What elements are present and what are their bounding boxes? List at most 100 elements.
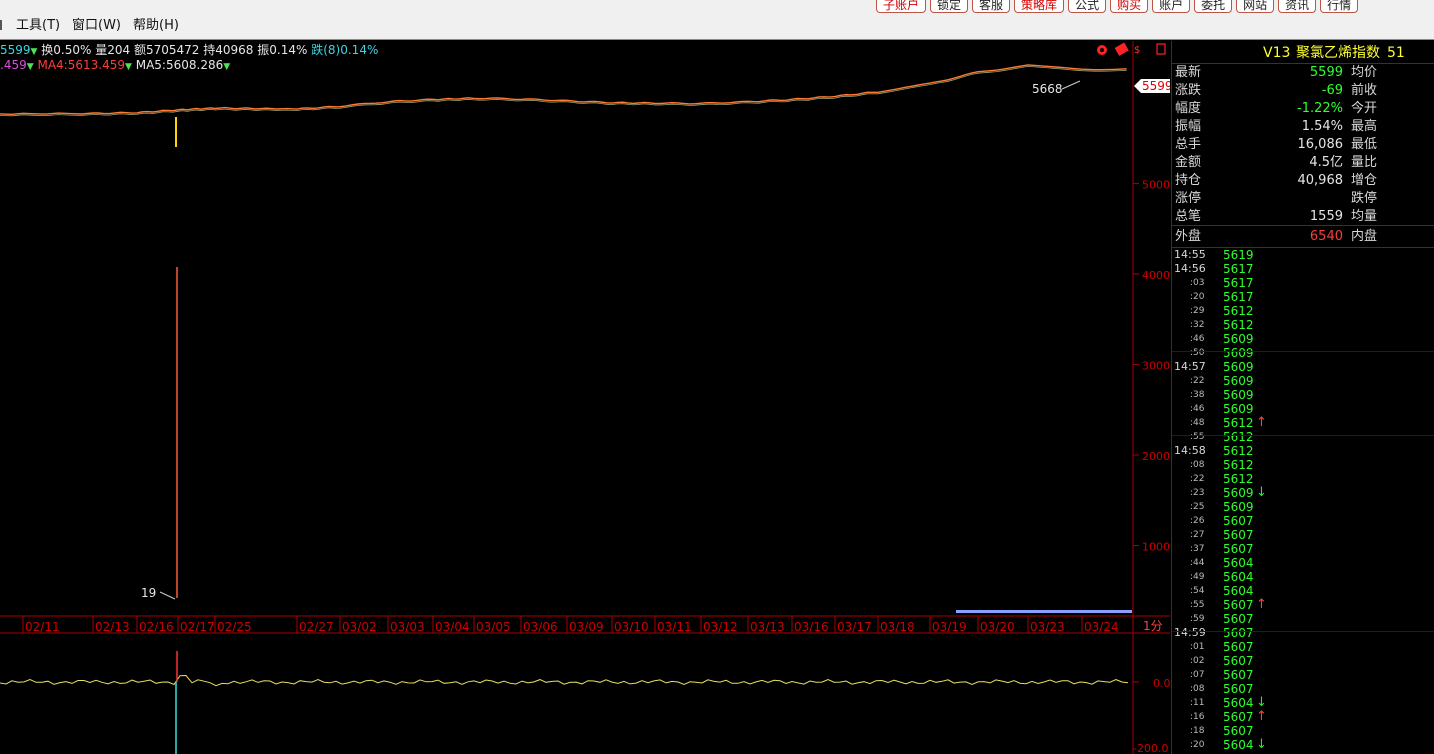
tick-row: :46 5609 xyxy=(1172,402,1434,416)
quote-row: 金额 4.5亿 量比 xyxy=(1172,154,1434,172)
ma-line xyxy=(0,65,1127,117)
tick-price: 5617 xyxy=(1223,290,1254,304)
tick-row: :22 5609 xyxy=(1172,374,1434,388)
tick-row: :49 5604 xyxy=(1172,570,1434,584)
tick-row: :46 5609 xyxy=(1172,332,1434,346)
quote-row-label: 涨停 xyxy=(1175,191,1202,206)
price-tick-label: 3000 xyxy=(1142,359,1170,372)
date-label: 03/24 xyxy=(1084,620,1119,634)
tick-price: 5612 xyxy=(1223,318,1254,332)
tick-row: :54 5604 xyxy=(1172,584,1434,598)
menu-tools[interactable]: 工具(T) xyxy=(16,17,60,35)
top-button-9[interactable]: 资讯 xyxy=(1278,0,1317,13)
date-label: 02/11 xyxy=(25,620,60,634)
tick-price: 5619 xyxy=(1223,248,1254,262)
top-button-10[interactable]: 行情 xyxy=(1320,0,1359,13)
quote-row-label: 振幅 xyxy=(1175,119,1202,134)
low-label: 19 xyxy=(141,586,156,600)
sub-tick-1: -200.0 xyxy=(1133,742,1168,754)
arrow-down-icon: ↓ xyxy=(1256,737,1267,752)
price-tick-label: 4000 xyxy=(1142,269,1170,282)
quote-row: 涨停 跌停 xyxy=(1172,190,1434,208)
tick-time: :20 xyxy=(1190,740,1205,750)
top-button-7[interactable]: 委托 xyxy=(1194,0,1233,13)
quote-row: 持仓 40,968 增仓 xyxy=(1172,172,1434,190)
tick-time: :37 xyxy=(1190,544,1205,554)
top-button-1[interactable]: 锁定 xyxy=(930,0,969,13)
top-button-8[interactable]: 网站 xyxy=(1236,0,1275,13)
menu-window[interactable]: 窗口(W) xyxy=(72,17,121,35)
tick-price: 5607 xyxy=(1223,668,1254,682)
tick-row: :29 5612 xyxy=(1172,304,1434,318)
quote-row-label2: 前收 xyxy=(1351,83,1378,98)
gear-icon-hole xyxy=(1100,48,1104,52)
tick-price: 5607 xyxy=(1223,724,1254,738)
scroll-bar[interactable] xyxy=(956,610,1132,613)
price-line xyxy=(0,64,1127,116)
tick-time: :59 xyxy=(1190,614,1205,624)
top-button-5[interactable]: 购买 xyxy=(1110,0,1149,13)
tick-price: 5604 xyxy=(1223,556,1254,570)
tick-price: 5607 xyxy=(1223,654,1254,668)
tick-time: 14:56 xyxy=(1174,262,1206,275)
tick-time: :48 xyxy=(1190,418,1205,428)
arrow-up-icon: ↑ xyxy=(1256,709,1267,724)
quote-row-label: 金额 xyxy=(1175,155,1202,170)
tick-time: :08 xyxy=(1190,460,1205,470)
low-pointer xyxy=(159,591,176,600)
tick-price: 5612 xyxy=(1223,444,1254,458)
top-button-0[interactable]: 子账户 xyxy=(876,0,927,13)
tick-row: :08 5607 xyxy=(1172,682,1434,696)
dollar-icon[interactable]: $ xyxy=(1134,45,1140,56)
tick-price: 5612 xyxy=(1223,304,1254,318)
date-label: 03/04 xyxy=(435,620,470,634)
tick-row: :55 5607 ↑ xyxy=(1172,598,1434,612)
top-button-4[interactable]: 公式 xyxy=(1068,0,1107,13)
menu-edge-mark xyxy=(0,20,5,30)
tick-time: :46 xyxy=(1190,404,1205,414)
tick-time: :50 xyxy=(1190,348,1205,358)
tick-row: 14:55 5619 xyxy=(1172,248,1434,262)
top-button-2[interactable]: 客服 xyxy=(972,0,1011,13)
tick-row: 14:56 5617 xyxy=(1172,262,1434,276)
date-axis: 02/11 02/13 02/16 02/17 02/25 02/27 03/02 03/03… xyxy=(25,620,1119,634)
quote-row: 总手 16,086 最低 xyxy=(1172,136,1434,154)
quote-row-value: -1.22% xyxy=(1297,101,1343,116)
tick-time: 14:58 xyxy=(1174,444,1206,457)
quote-row-label: 总手 xyxy=(1175,137,1202,152)
menu-help[interactable]: 帮助(H) xyxy=(133,17,179,35)
tick-time: :02 xyxy=(1190,656,1205,666)
quote-version: V13 xyxy=(1263,45,1291,61)
tick-price: 5604 xyxy=(1223,696,1254,710)
tick-time: :49 xyxy=(1190,572,1205,582)
date-label: 02/27 xyxy=(299,620,334,634)
tick-price: 5607 xyxy=(1223,612,1254,626)
tick-price: 5609 xyxy=(1223,360,1254,374)
high-pointer xyxy=(1061,80,1081,90)
kline-chart[interactable]: $ 5000 4000 3000 2000 1000 19 5668 5599 02/1… xyxy=(0,41,1170,754)
ticket-icon[interactable] xyxy=(1114,42,1129,56)
tick-time: :27 xyxy=(1190,530,1205,540)
tick-row: :38 5609 xyxy=(1172,388,1434,402)
top-button-3[interactable]: 策略库 xyxy=(1014,0,1065,13)
sub-tick-0: 0.0 xyxy=(1153,677,1170,690)
tick-price: 5617 xyxy=(1223,276,1254,290)
tick-row: :08 5612 xyxy=(1172,458,1434,472)
tick-row: :25 5609 xyxy=(1172,500,1434,514)
date-label: 03/05 xyxy=(476,620,511,634)
top-button-6[interactable]: 账户 xyxy=(1152,0,1191,13)
quote-row-label: 幅度 xyxy=(1175,101,1202,116)
tick-row: :01 5607 xyxy=(1172,640,1434,654)
tick-row: :23 5609 ↓ xyxy=(1172,486,1434,500)
date-label: 02/13 xyxy=(95,620,130,634)
tick-time: 14:59 xyxy=(1174,626,1206,639)
window-icon[interactable] xyxy=(1156,43,1166,55)
period-label[interactable]: 1分 xyxy=(1143,619,1163,633)
quote-row-label2: 跌停 xyxy=(1351,191,1378,206)
arrow-down-icon: ↓ xyxy=(1256,485,1267,500)
date-label: 02/25 xyxy=(217,620,252,634)
tick-row: :18 5607 xyxy=(1172,724,1434,738)
tick-time: 14:57 xyxy=(1174,360,1206,373)
inner-label: 内盘 xyxy=(1351,229,1378,244)
quote-row-label2: 均量 xyxy=(1351,209,1378,224)
